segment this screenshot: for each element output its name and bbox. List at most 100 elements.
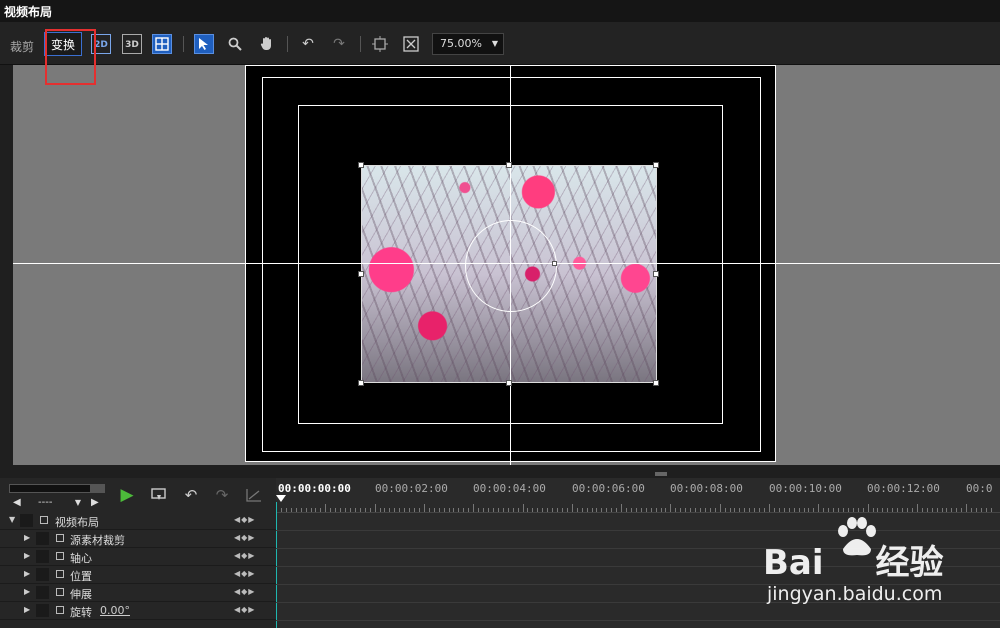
3d-mode-icon[interactable]: 3D <box>122 34 142 54</box>
expand-arrow-icon[interactable]: ▶ <box>24 587 30 596</box>
ruler-tick <box>956 508 958 512</box>
grid-icon[interactable] <box>152 34 172 54</box>
rotation-value[interactable]: 0.00° <box>100 604 130 617</box>
rotation-handle-circle[interactable] <box>465 220 557 312</box>
resize-handle-right[interactable] <box>653 271 659 277</box>
ruler-tick <box>699 508 701 512</box>
timeline-zoom-slider[interactable] <box>9 484 105 493</box>
resize-handle-bottom-right[interactable] <box>653 380 659 386</box>
ruler-tick <box>359 508 361 512</box>
ruler-tick <box>428 508 430 512</box>
ruler-tick <box>946 508 948 512</box>
window-titlebar: 视频布局 <box>0 0 1000 22</box>
track-checkbox-icon[interactable] <box>56 534 64 542</box>
expand-arrow-icon[interactable]: ▶ <box>24 605 30 614</box>
watermark-brand-right: 经验 <box>875 543 944 583</box>
chevron-down-icon: ▼ <box>74 498 81 507</box>
playhead-marker[interactable] <box>276 495 286 502</box>
ruler-tick <box>280 508 282 512</box>
track-row[interactable]: ▶ 源素材裁剪 ◀◆▶ <box>0 530 276 548</box>
undo-icon[interactable]: ↶ <box>298 34 318 54</box>
chevron-down-icon: ▼ <box>491 39 498 48</box>
keyframe-select-value: ---- <box>38 497 53 508</box>
graph-icon[interactable] <box>243 484 265 506</box>
previous-icon[interactable]: ◀ <box>13 497 21 508</box>
ruler-tick <box>532 508 534 512</box>
expand-arrow-icon[interactable]: ▶ <box>24 569 30 578</box>
ruler-tick <box>783 508 785 512</box>
play-icon[interactable]: ▶ <box>116 484 138 506</box>
track-enable-box[interactable] <box>36 586 49 599</box>
resize-handle-top-left[interactable] <box>358 162 364 168</box>
playhead-line[interactable] <box>276 502 277 628</box>
track-label: 视频布局 <box>55 516 99 529</box>
toolbar-separator <box>183 36 184 52</box>
track-checkbox-icon[interactable] <box>56 570 64 578</box>
track-enable-box[interactable] <box>36 604 49 617</box>
track-row[interactable]: ▼ 视频布局 ◀◆▶ <box>0 512 276 530</box>
select-arrow-icon[interactable] <box>194 34 214 54</box>
track-checkbox-icon[interactable] <box>56 588 64 596</box>
resize-handle-top[interactable] <box>506 162 512 168</box>
track-checkbox-icon[interactable] <box>40 516 48 524</box>
ruler-tick <box>601 508 603 512</box>
track-checkbox-icon[interactable] <box>56 552 64 560</box>
redo-icon[interactable]: ↷ <box>211 484 233 506</box>
ruler-tick <box>616 508 618 512</box>
keyframe-nav-icon[interactable]: ◀◆▶ <box>234 605 266 617</box>
track-enable-box[interactable] <box>36 532 49 545</box>
collapse-arrow-icon[interactable]: ▼ <box>9 515 15 524</box>
redo-icon[interactable]: ↷ <box>329 34 349 54</box>
panel-resize-grip[interactable] <box>655 472 667 476</box>
keyframe-select[interactable]: ---- ▼ <box>26 495 86 511</box>
expand-arrow-icon[interactable]: ▶ <box>24 551 30 560</box>
expand-fit-icon[interactable] <box>401 34 421 54</box>
track-row[interactable]: ▶ 轴心 ◀◆▶ <box>0 548 276 566</box>
ruler-tick <box>305 508 307 512</box>
ruler-tick <box>364 508 366 512</box>
track-row[interactable]: ▶ 位置 ◀◆▶ <box>0 566 276 584</box>
ruler-tick <box>389 508 391 512</box>
ruler-tick <box>798 508 800 512</box>
resize-handle-bottom-left[interactable] <box>358 380 364 386</box>
ruler-time-label: 00:0 <box>966 482 993 495</box>
ruler-tick <box>340 508 342 512</box>
ruler-tick <box>719 504 721 512</box>
preview-area[interactable] <box>13 65 1000 465</box>
track-enable-box[interactable] <box>36 550 49 563</box>
ruler-tick <box>961 508 963 512</box>
track-enable-box[interactable] <box>20 514 33 527</box>
resize-handle-left[interactable] <box>358 271 364 277</box>
track-row[interactable]: ▶ 旋转 0.00° ◀◆▶ <box>0 602 276 620</box>
ruler-tick <box>803 508 805 512</box>
ruler-tick <box>384 508 386 512</box>
hand-pan-icon[interactable] <box>257 34 277 54</box>
next-icon[interactable]: ▶ <box>91 497 99 508</box>
resize-handle-bottom[interactable] <box>506 380 512 386</box>
keyframe-nav-icon[interactable]: ◀◆▶ <box>234 587 266 599</box>
keyframe-nav-icon[interactable]: ◀◆▶ <box>234 569 266 581</box>
expand-arrow-icon[interactable]: ▶ <box>24 533 30 542</box>
track-enable-box[interactable] <box>36 568 49 581</box>
track-row[interactable]: ▶ 伸展 ◀◆▶ <box>0 584 276 602</box>
ruler-tick <box>586 508 588 512</box>
keyframe-nav-icon[interactable]: ◀◆▶ <box>234 551 266 563</box>
ruler-tick <box>655 508 657 512</box>
resize-handle-top-right[interactable] <box>653 162 659 168</box>
zoom-select[interactable]: 75.00% ▼ <box>432 33 504 55</box>
track-checkbox-icon[interactable] <box>56 606 64 614</box>
keyframe-nav-icon[interactable]: ◀◆▶ <box>234 515 266 527</box>
keyframe-nav-icon[interactable]: ◀◆▶ <box>234 533 266 545</box>
zoom-magnifier-icon[interactable] <box>225 34 245 54</box>
loop-preview-icon[interactable] <box>148 484 170 506</box>
ruler-tick <box>916 504 918 512</box>
ruler-tick <box>369 508 371 512</box>
rotation-handle[interactable] <box>552 261 557 266</box>
undo-icon[interactable]: ↶ <box>180 484 202 506</box>
ruler-tick <box>438 508 440 512</box>
time-ruler[interactable]: 00:00:00:00 00:00:02:00 00:00:04:00 00:0… <box>276 478 1000 513</box>
tab-crop[interactable]: 裁剪 <box>10 38 34 55</box>
fit-frame-icon[interactable] <box>370 34 390 54</box>
ruler-tick <box>759 508 761 512</box>
ruler-tick <box>645 508 647 512</box>
